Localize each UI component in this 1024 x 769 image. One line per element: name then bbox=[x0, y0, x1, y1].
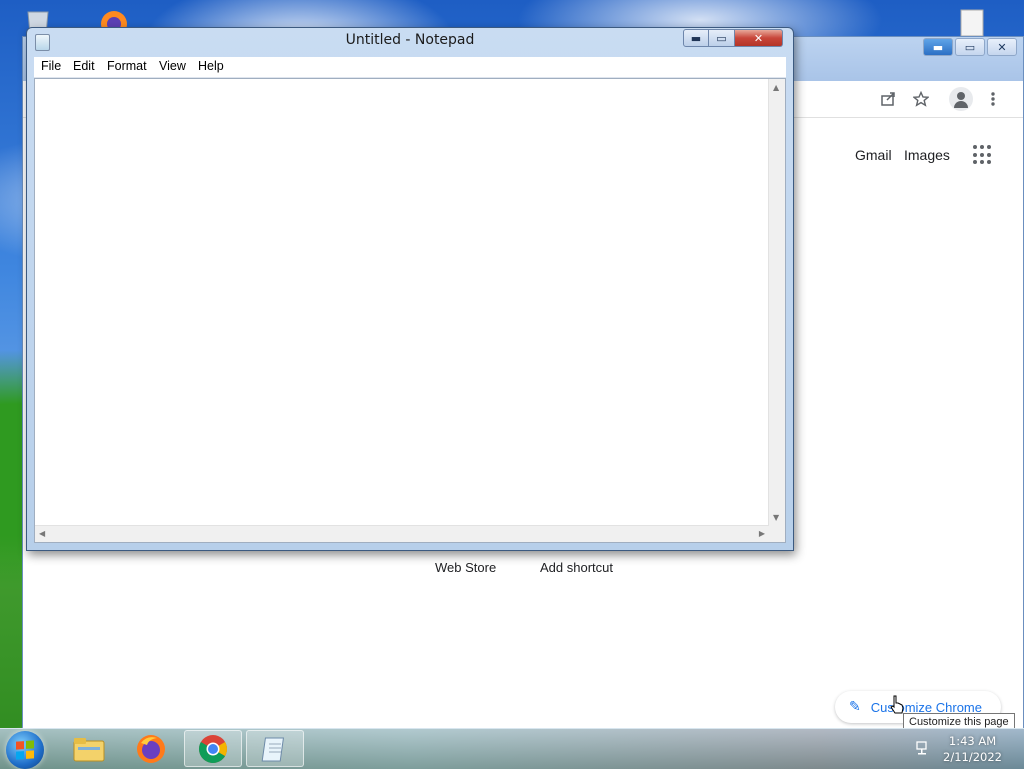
shortcut-web-store[interactable]: Web Store bbox=[435, 560, 496, 575]
menu-edit[interactable]: Edit bbox=[73, 59, 95, 73]
window-title: Untitled - Notepad bbox=[345, 32, 475, 48]
taskbar: 1:43 AM 2/11/2022 bbox=[0, 728, 1024, 769]
chrome-close-button[interactable]: ✕ bbox=[987, 38, 1017, 56]
chrome-minimize-button[interactable]: ▬ bbox=[923, 38, 953, 56]
taskbar-firefox[interactable] bbox=[122, 730, 180, 767]
taskbar-notepad[interactable] bbox=[246, 730, 304, 767]
minimize-button[interactable]: ▬ bbox=[683, 29, 709, 47]
chrome-maximize-button[interactable]: ▭ bbox=[955, 38, 985, 56]
start-button[interactable] bbox=[6, 731, 44, 769]
text-editor[interactable]: ▲ ▼ ◀ ▶ bbox=[34, 78, 786, 543]
star-icon[interactable] bbox=[911, 89, 931, 109]
hand-cursor-icon bbox=[890, 695, 904, 715]
share-icon[interactable] bbox=[878, 89, 898, 109]
chrome-caption-buttons: ▬ ▭ ✕ bbox=[923, 38, 1017, 56]
menu-bar: File Edit Format View Help bbox=[34, 57, 786, 78]
firefox-icon bbox=[137, 734, 165, 763]
resize-grip-icon[interactable] bbox=[769, 526, 785, 542]
profile-icon[interactable] bbox=[949, 87, 973, 111]
document-desktop-icon[interactable] bbox=[955, 8, 991, 38]
horizontal-scrollbar[interactable]: ◀ ▶ bbox=[35, 525, 769, 542]
notepad-icon bbox=[261, 737, 285, 761]
close-button[interactable]: ✕ bbox=[735, 29, 783, 47]
scroll-left-icon[interactable]: ◀ bbox=[39, 529, 45, 538]
taskbar-chrome[interactable] bbox=[184, 730, 242, 767]
clock-time: 1:43 AM bbox=[948, 734, 997, 748]
chrome-icon bbox=[199, 734, 227, 763]
menu-file[interactable]: File bbox=[41, 59, 61, 73]
menu-format[interactable]: Format bbox=[107, 59, 147, 73]
vertical-scrollbar[interactable]: ▲ ▼ bbox=[768, 79, 785, 526]
pencil-icon: ✎ bbox=[849, 699, 861, 715]
windows-logo-icon bbox=[16, 740, 34, 760]
network-icon[interactable] bbox=[916, 741, 930, 755]
clock-date: 2/11/2022 bbox=[943, 750, 1002, 764]
google-apps-icon[interactable] bbox=[973, 145, 993, 165]
window-caption-buttons: ▬ ▭ ✕ bbox=[683, 29, 783, 47]
scroll-up-icon[interactable]: ▲ bbox=[773, 83, 779, 92]
gmail-link[interactable]: Gmail bbox=[855, 147, 892, 163]
scroll-right-icon[interactable]: ▶ bbox=[759, 529, 765, 538]
shortcut-add[interactable]: Add shortcut bbox=[540, 560, 613, 575]
maximize-button[interactable]: ▭ bbox=[709, 29, 735, 47]
taskbar-file-explorer[interactable] bbox=[60, 730, 118, 767]
system-clock[interactable]: 1:43 AM 2/11/2022 bbox=[943, 733, 1002, 765]
file-explorer-icon bbox=[73, 737, 105, 761]
menu-icon[interactable] bbox=[983, 89, 1003, 109]
menu-help[interactable]: Help bbox=[198, 59, 224, 73]
notepad-window[interactable]: Untitled - Notepad ▬ ▭ ✕ File Edit Forma… bbox=[26, 27, 794, 551]
images-link[interactable]: Images bbox=[904, 147, 950, 163]
scroll-down-icon[interactable]: ▼ bbox=[773, 513, 779, 522]
menu-view[interactable]: View bbox=[159, 59, 186, 73]
